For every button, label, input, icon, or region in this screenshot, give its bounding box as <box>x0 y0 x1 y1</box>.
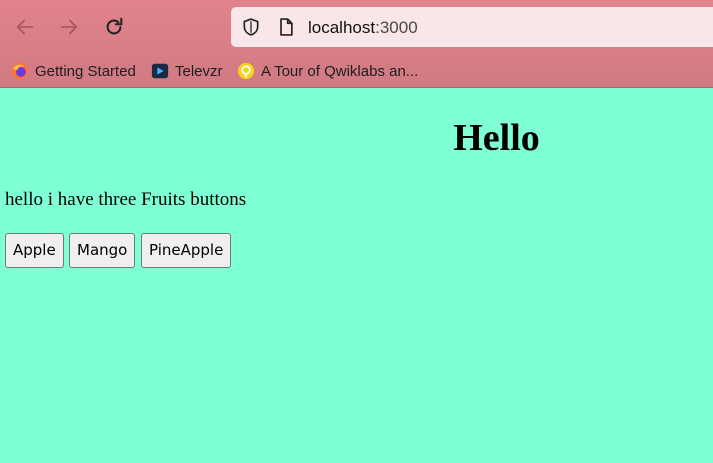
intro-text: hello i have three Fruits buttons <box>5 189 247 210</box>
mango-button[interactable]: Mango <box>69 233 136 268</box>
apple-button[interactable]: Apple <box>5 233 64 268</box>
bookmark-qwiklabs[interactable]: A Tour of Qwiklabs an... <box>237 58 418 84</box>
firefox-icon <box>11 62 29 80</box>
pineapple-button[interactable]: PineApple <box>141 233 232 268</box>
televzr-icon <box>151 63 169 79</box>
url-port: :3000 <box>375 18 418 37</box>
address-bar[interactable]: localhost:3000 <box>231 7 713 47</box>
reload-button[interactable] <box>97 10 131 44</box>
bookmarks-bar: Getting Started Televzr A Tour of Qwikla… <box>0 58 713 84</box>
bookmark-label: Televzr <box>175 62 223 80</box>
back-button[interactable] <box>8 10 42 44</box>
bookmark-televzr[interactable]: Televzr <box>151 58 223 84</box>
url-host: localhost <box>308 18 376 37</box>
page-icon[interactable] <box>276 17 296 37</box>
bookmark-label: A Tour of Qwiklabs an... <box>261 62 419 80</box>
forward-button[interactable] <box>52 10 86 44</box>
qwiklabs-icon <box>237 62 255 80</box>
bookmark-getting-started[interactable]: Getting Started <box>11 58 136 84</box>
url-text[interactable]: localhost:3000 <box>308 18 418 38</box>
shield-icon[interactable] <box>241 17 261 37</box>
arrow-left-icon <box>16 19 34 35</box>
page-content: Hello hello i have three Fruits buttons … <box>0 89 713 463</box>
browser-chrome: localhost:3000 Getting Started Televzr A… <box>0 0 713 88</box>
arrow-right-icon <box>60 19 78 35</box>
bookmark-label: Getting Started <box>35 62 136 80</box>
page-heading: Hello <box>453 117 540 159</box>
reload-icon <box>106 17 123 35</box>
